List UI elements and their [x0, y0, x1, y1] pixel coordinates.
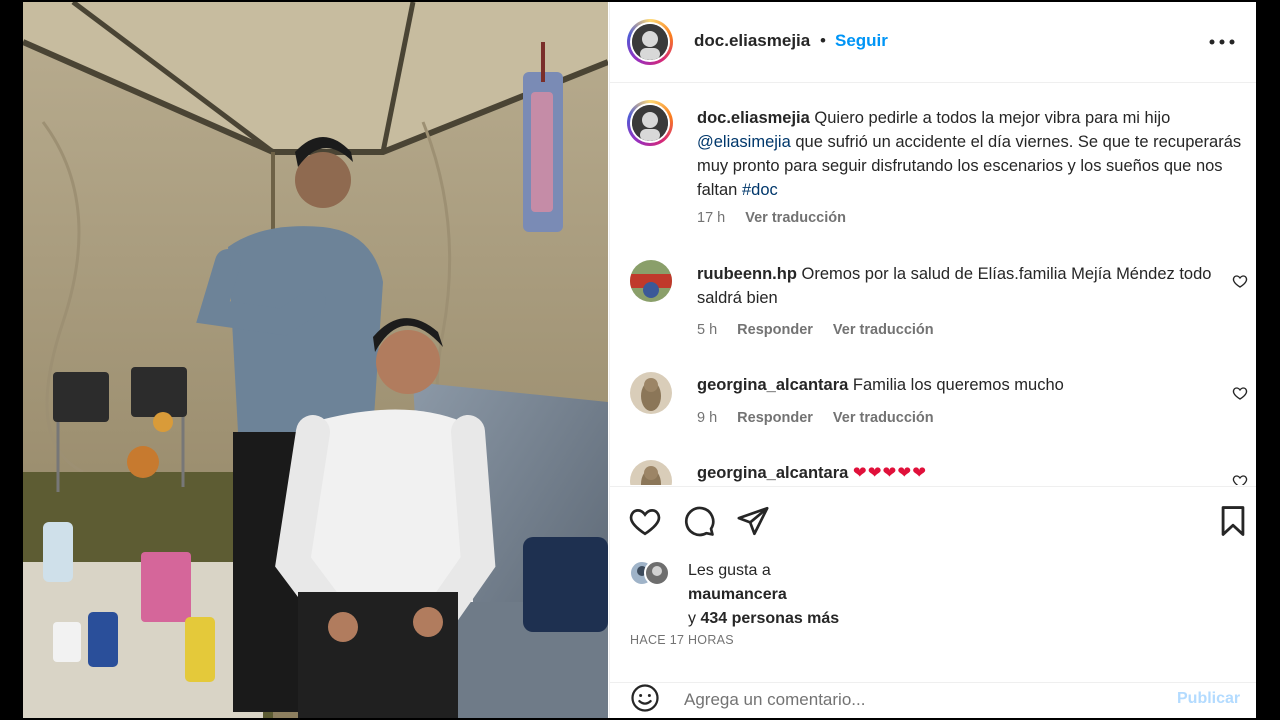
comment-meta: 5 h Responder Ver traducción	[697, 322, 954, 338]
share-paper-plane-icon[interactable]	[736, 504, 770, 538]
likes-prefix: Les gusta a	[688, 562, 771, 579]
post-photo[interactable]	[23, 2, 608, 718]
separator-dot: •	[820, 31, 826, 50]
post-photo-illustration	[23, 2, 608, 718]
comment-translate-link[interactable]: Ver traducción	[833, 322, 934, 338]
caption-author-avatar[interactable]	[627, 100, 673, 146]
likes-conjunction: y	[688, 610, 696, 627]
comment-meta: 9 h Responder Ver traducción	[697, 410, 954, 426]
comment-reply-button[interactable]: Responder	[737, 322, 813, 338]
instagram-post: doc.eliasmejia • Seguir doc.eliasmejia Q…	[23, 2, 1256, 718]
caption-meta: 17 h Ver traducción	[697, 210, 866, 226]
caption-avatar-image	[632, 105, 668, 141]
author-avatar-image	[632, 24, 668, 60]
comment-username[interactable]: georgina_alcantara	[697, 464, 848, 482]
comment-avatar-image	[630, 460, 672, 485]
comment-like-heart-icon[interactable]	[1232, 473, 1248, 485]
caption-username[interactable]: doc.eliasmejia	[697, 109, 810, 127]
comment-username[interactable]: ruubeenn.hp	[697, 265, 797, 283]
comment-avatar-image	[630, 372, 672, 414]
add-comment-input[interactable]	[682, 686, 1156, 714]
likes-others[interactable]: 434 personas más	[700, 610, 839, 627]
caption-translate-link[interactable]: Ver traducción	[745, 210, 846, 226]
comment-like-heart-icon[interactable]	[1232, 385, 1248, 401]
likers-avatars	[630, 560, 670, 586]
caption-hashtag-link[interactable]: #doc	[742, 181, 778, 199]
comment-avatar[interactable]	[630, 372, 672, 414]
author-avatar[interactable]	[627, 19, 673, 65]
author-username[interactable]: doc.eliasmejia	[694, 31, 810, 51]
comment-text: Familia los queremos mucho	[852, 376, 1064, 394]
comment-time: 9 h	[697, 410, 718, 426]
comment-time: 5 h	[697, 322, 718, 338]
comment-item: georgina_alcantara ❤❤❤❤❤	[697, 461, 1217, 485]
comment-translate-link[interactable]: Ver traducción	[833, 410, 934, 426]
comment-text: ❤❤❤❤❤	[852, 464, 928, 482]
publish-button[interactable]: Publicar	[1177, 690, 1240, 708]
save-bookmark-icon[interactable]	[1216, 504, 1250, 538]
caption-time: 17 h	[697, 210, 726, 226]
comments-list[interactable]: doc.eliasmejia Quiero pedirle a todos la…	[610, 83, 1256, 485]
post-side-panel: doc.eliasmejia • Seguir doc.eliasmejia Q…	[609, 2, 1256, 718]
comment-item: georgina_alcantara Familia los queremos …	[697, 373, 1217, 397]
more-horizontal-icon[interactable]	[1204, 32, 1240, 52]
likes-count[interactable]: y 434 personas más	[688, 610, 839, 628]
post-time-ago: HACE 17 HORAS	[630, 633, 734, 647]
comment-username[interactable]: georgina_alcantara	[697, 376, 848, 394]
caption-mention-link[interactable]: @eliasimejia	[697, 133, 791, 151]
caption-text-part1: Quiero pedirle a todos la mejor vibra pa…	[814, 109, 1171, 127]
follow-button[interactable]: Seguir	[835, 31, 888, 51]
likes-first-user[interactable]: maumancera	[688, 586, 787, 604]
comment-reply-button[interactable]: Responder	[737, 410, 813, 426]
like-heart-icon[interactable]	[628, 504, 662, 538]
comment-avatar-image	[630, 260, 672, 302]
comment-item: ruubeenn.hp Oremos por la salud de Elías…	[697, 262, 1217, 310]
comment-avatar[interactable]	[630, 460, 672, 485]
post-caption: doc.eliasmejia Quiero pedirle a todos la…	[697, 106, 1242, 202]
emoji-smiley-icon[interactable]	[630, 683, 660, 713]
comment-avatar[interactable]	[630, 260, 672, 302]
comment-bubble-icon[interactable]	[682, 504, 716, 538]
post-header: doc.eliasmejia • Seguir	[610, 2, 1256, 83]
comment-like-heart-icon[interactable]	[1232, 273, 1248, 289]
